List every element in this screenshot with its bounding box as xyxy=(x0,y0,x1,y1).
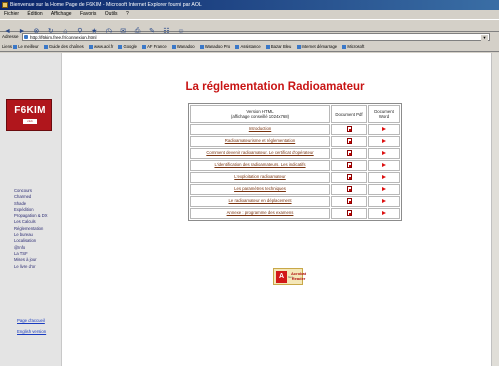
sidebar-item-livre-dor[interactable]: Le livre d'or xyxy=(14,264,60,270)
sidebar-links: Page d'accueil English version xyxy=(17,315,46,337)
title-bar: Bienvenue sur la Home Page de F6KIM - Mi… xyxy=(0,0,499,10)
english-version-link[interactable]: English version xyxy=(17,326,46,337)
link-aol[interactable]: www.aol.fr xyxy=(89,44,113,49)
f6kim-logo: F6KIM club xyxy=(6,99,52,131)
sidebar: F6KIM club Concours Charmed Shade Expédi… xyxy=(0,53,62,366)
link-google[interactable]: Google xyxy=(118,44,137,49)
ie-app-icon xyxy=(2,2,8,8)
links-bar: Liens Le meilleur Guide des chaînes www.… xyxy=(0,42,499,52)
menu-view[interactable]: Affichage xyxy=(51,11,72,17)
table-row: Annexe : programme des examens xyxy=(190,208,400,219)
documents-table: Version HTML (affichage conseillé 1024x7… xyxy=(188,103,402,221)
pdf-icon[interactable] xyxy=(346,186,352,192)
pdf-icon[interactable] xyxy=(346,210,352,216)
table-row: Les paramètres techniques xyxy=(190,184,400,195)
table-row: L'exploitation radioamateur xyxy=(190,172,400,183)
table-row: L'identification des radioamateurs. Les … xyxy=(190,160,400,171)
link-wanadoo-pro[interactable]: Wanadoo Pro xyxy=(200,44,230,49)
page-viewport: F6KIM club Concours Charmed Shade Expédi… xyxy=(0,53,499,366)
link-internet-demarrage[interactable]: Internet démarrage xyxy=(297,44,338,49)
word-arrow-icon[interactable] xyxy=(382,163,386,167)
word-arrow-icon[interactable] xyxy=(382,211,386,215)
toolbar: ◄ ► ⊗ ↻ ⌂ ⚲ ★ ◷ ✉ ⎙ ✎ ☷ ☺ xyxy=(0,19,499,35)
menu-edit[interactable]: Édition xyxy=(27,11,42,17)
link-af-france[interactable]: AF France xyxy=(142,44,167,49)
pdf-icon[interactable] xyxy=(346,162,352,168)
pdf-icon[interactable] xyxy=(346,126,352,132)
pdf-icon[interactable] xyxy=(346,150,352,156)
home-page-link[interactable]: Page d'accueil xyxy=(17,315,46,326)
chapter-link[interactable]: Les paramètres techniques xyxy=(190,184,330,195)
link-guide-chaines[interactable]: Guide des chaînes xyxy=(44,44,84,49)
address-input[interactable]: http://f6kim.free.fr/connexion.html ▼ xyxy=(22,33,490,41)
table-row: Comment devenir radioamateur. Le certifi… xyxy=(190,148,400,159)
link-bazar-bleu[interactable]: Bazar Bleu xyxy=(266,44,291,49)
word-arrow-icon[interactable] xyxy=(382,127,386,131)
links-label: Liens xyxy=(2,44,13,49)
menu-file[interactable]: Fichier xyxy=(4,11,19,17)
table-row: Introduction xyxy=(190,124,400,135)
table-row: Radioamateurisme et réglementation xyxy=(190,136,400,147)
chapter-link[interactable]: Le radioamateur en déplacement xyxy=(190,196,330,207)
menu-tools[interactable]: Outils xyxy=(105,11,118,17)
browser-window: Bienvenue sur la Home Page de F6KIM - Mi… xyxy=(0,0,499,366)
page-icon xyxy=(24,35,28,39)
table-header-row: Version HTML (affichage conseillé 1024x7… xyxy=(190,105,400,123)
column-header-pdf: Document Pdf xyxy=(331,105,367,123)
address-label: Adresse xyxy=(2,34,19,39)
pdf-icon[interactable] xyxy=(346,198,352,204)
menu-favorites[interactable]: Favoris xyxy=(80,11,96,17)
menu-bar: Fichier Édition Affichage Favoris Outils… xyxy=(0,10,499,19)
chapter-link[interactable]: L'exploitation radioamateur xyxy=(190,172,330,183)
chapter-link[interactable]: L'identification des radioamateurs. Les … xyxy=(190,160,330,171)
chapter-link[interactable]: Introduction xyxy=(190,124,330,135)
chapter-link[interactable]: Annexe : programme des examens xyxy=(190,208,330,219)
address-dropdown-icon[interactable]: ▼ xyxy=(481,35,488,41)
pdf-icon[interactable] xyxy=(346,138,352,144)
word-arrow-icon[interactable] xyxy=(382,187,386,191)
chapter-link[interactable]: Radioamateurisme et réglementation xyxy=(190,136,330,147)
link-assistance[interactable]: Assistance xyxy=(235,44,260,49)
sidebar-nav: Concours Charmed Shade Expédition Propag… xyxy=(14,188,60,270)
address-bar: Adresse http://f6kim.free.fr/connexion.h… xyxy=(0,32,499,42)
word-arrow-icon[interactable] xyxy=(382,151,386,155)
pdf-icon[interactable] xyxy=(346,174,352,180)
acrobat-icon: A xyxy=(276,271,287,283)
page-title: La réglementation Radioamateur xyxy=(185,81,365,93)
link-wanadoo[interactable]: Wanadoo xyxy=(172,44,195,49)
link-le-meilleur[interactable]: Le meilleur xyxy=(13,44,38,49)
word-arrow-icon[interactable] xyxy=(382,199,386,203)
word-arrow-icon[interactable] xyxy=(382,139,386,143)
vertical-scrollbar[interactable] xyxy=(491,53,499,366)
link-microsoft[interactable]: Microsoft xyxy=(342,44,364,49)
column-header-word: Document Word xyxy=(368,105,400,123)
address-url: http://f6kim.free.fr/connexion.html xyxy=(30,35,97,40)
word-arrow-icon[interactable] xyxy=(382,175,386,179)
menu-help[interactable]: ? xyxy=(126,11,129,17)
chapter-link[interactable]: Comment devenir radioamateur. Le certifi… xyxy=(190,148,330,159)
table-row: Le radioamateur en déplacement xyxy=(190,196,400,207)
get-acrobat-reader-button[interactable]: A Get Acrobat Reader xyxy=(273,268,306,285)
window-title: Bienvenue sur la Home Page de F6KIM - Mi… xyxy=(10,2,202,8)
column-header-html: Version HTML (affichage conseillé 1024x7… xyxy=(190,105,330,123)
